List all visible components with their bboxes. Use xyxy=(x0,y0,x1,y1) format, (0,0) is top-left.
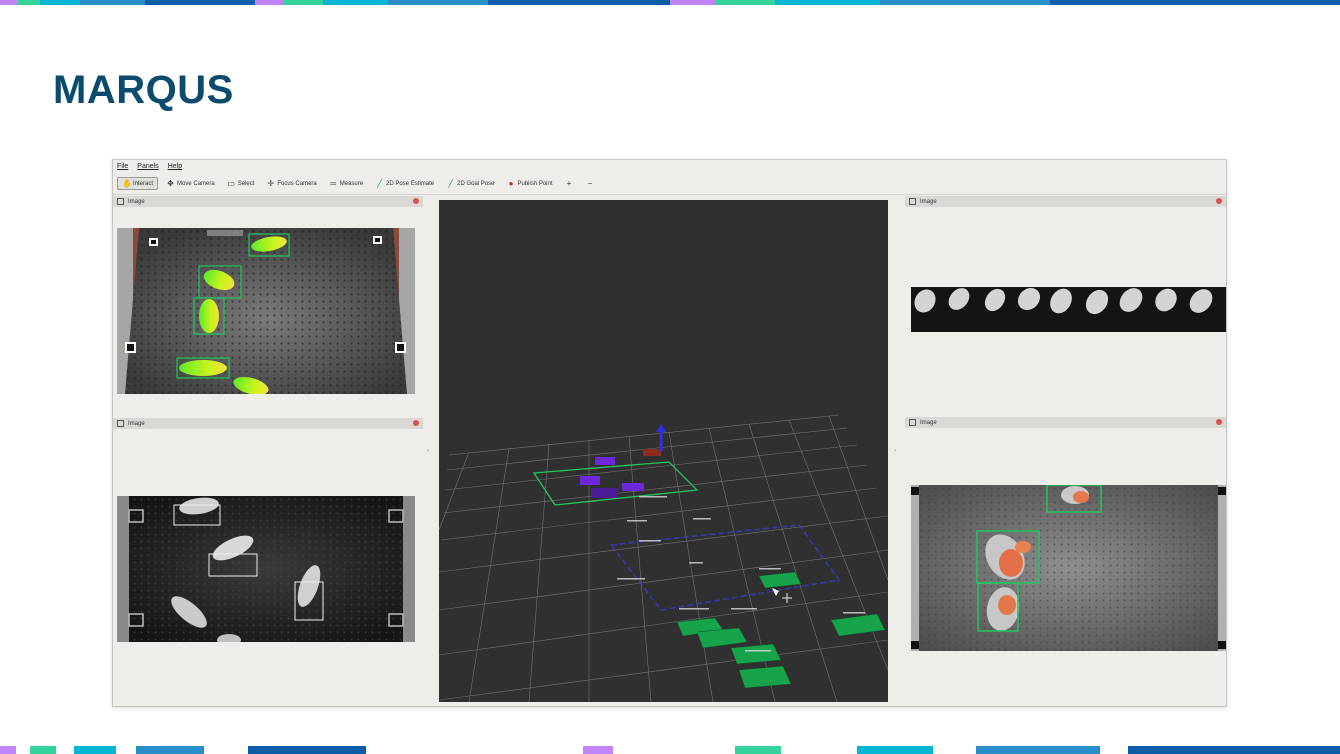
pose-estimate-icon: ╱ xyxy=(377,178,382,188)
window-icon xyxy=(909,419,916,426)
rviz-window: File Panels Help ✋ Interact ✥ Move Camer… xyxy=(112,159,1227,707)
panel-title-bottom-right: Image xyxy=(905,417,1226,428)
camera-image-top-left xyxy=(117,228,415,394)
panel-label: Image xyxy=(920,198,937,205)
window-icon xyxy=(117,420,124,427)
close-icon[interactable] xyxy=(413,198,419,204)
panel-label: Image xyxy=(128,420,145,427)
panel-label: Image xyxy=(920,419,937,426)
camera-image-bottom-left xyxy=(117,496,415,642)
tool-2d-goal-pose[interactable]: ╱ 2D Goal Pose xyxy=(442,177,498,190)
tool-label: Select xyxy=(237,180,255,187)
tool-move-camera[interactable]: ✥ Move Camera xyxy=(162,177,219,190)
panel-title-bottom-left: Image xyxy=(113,418,423,429)
remove-tool-button[interactable]: − xyxy=(582,177,599,190)
panel-title-top-right: Image xyxy=(905,196,1226,207)
tool-2d-pose-estimate[interactable]: ╱ 2D Pose Estimate xyxy=(371,177,438,190)
focus-camera-icon: ✛ xyxy=(267,178,275,188)
measure-icon: ═ xyxy=(330,178,337,188)
camera-image-bottom-right xyxy=(911,485,1226,651)
panel-title-top-left: Image xyxy=(113,196,423,207)
slide-title: MARQUS xyxy=(53,68,234,112)
tool-label: Publish Point xyxy=(517,180,553,187)
tool-publish-point[interactable]: ● Publish Point xyxy=(502,177,556,190)
ground-grid xyxy=(439,414,888,702)
tool-label: 2D Goal Pose xyxy=(457,180,495,187)
tool-focus-camera[interactable]: ✛ Focus Camera xyxy=(262,177,320,190)
fish-crop-strip xyxy=(914,287,1213,315)
menu-bar: File Panels Help xyxy=(113,160,1226,173)
top-color-stripe xyxy=(0,0,1340,5)
tool-label: Move Camera xyxy=(177,180,215,187)
plus-icon: + xyxy=(566,178,572,188)
conveyor-detection-image xyxy=(117,228,415,394)
panel-label: Image xyxy=(128,198,145,205)
publish-point-icon: ● xyxy=(508,178,514,188)
3d-viewport[interactable] xyxy=(439,200,888,702)
add-tool-button[interactable]: + xyxy=(561,177,578,190)
menu-help[interactable]: Help xyxy=(168,163,182,170)
bottom-color-stripe xyxy=(0,746,1340,754)
close-icon[interactable] xyxy=(413,420,419,426)
window-icon xyxy=(117,198,124,205)
tool-interact[interactable]: ✋ Interact xyxy=(117,177,159,190)
window-icon xyxy=(909,198,916,205)
tool-label: Focus Camera xyxy=(277,180,317,187)
splitter-handle-left[interactable]: ‹ xyxy=(427,448,429,454)
move-camera-icon: ✥ xyxy=(167,178,174,188)
close-icon[interactable] xyxy=(1216,198,1222,204)
color-detection-image xyxy=(911,485,1226,651)
tool-bar: ✋ Interact ✥ Move Camera ▭ Select ✛ Focu… xyxy=(113,173,1226,195)
close-icon[interactable] xyxy=(1216,419,1222,425)
marker-text-labels xyxy=(617,496,865,652)
goal-pose-icon: ╱ xyxy=(448,178,454,188)
tool-select[interactable]: ▭ Select xyxy=(223,177,259,190)
tool-label: Measure xyxy=(339,180,364,187)
hand-icon: ✋ xyxy=(122,178,132,188)
tool-measure[interactable]: ═ Measure xyxy=(325,177,367,190)
grayscale-detection-image xyxy=(117,496,415,642)
crosshair-cursor xyxy=(782,593,792,603)
menu-file[interactable]: File xyxy=(117,163,128,170)
tool-label: 2D Pose Estimate xyxy=(386,180,435,187)
camera-image-top-right xyxy=(911,287,1226,332)
splitter-handle-right[interactable]: › xyxy=(894,448,896,454)
tool-label: Interact xyxy=(133,180,154,187)
select-icon: ▭ xyxy=(227,178,235,188)
3d-scene xyxy=(439,414,888,702)
menu-panels[interactable]: Panels xyxy=(137,163,158,170)
minus-icon: − xyxy=(587,178,593,188)
